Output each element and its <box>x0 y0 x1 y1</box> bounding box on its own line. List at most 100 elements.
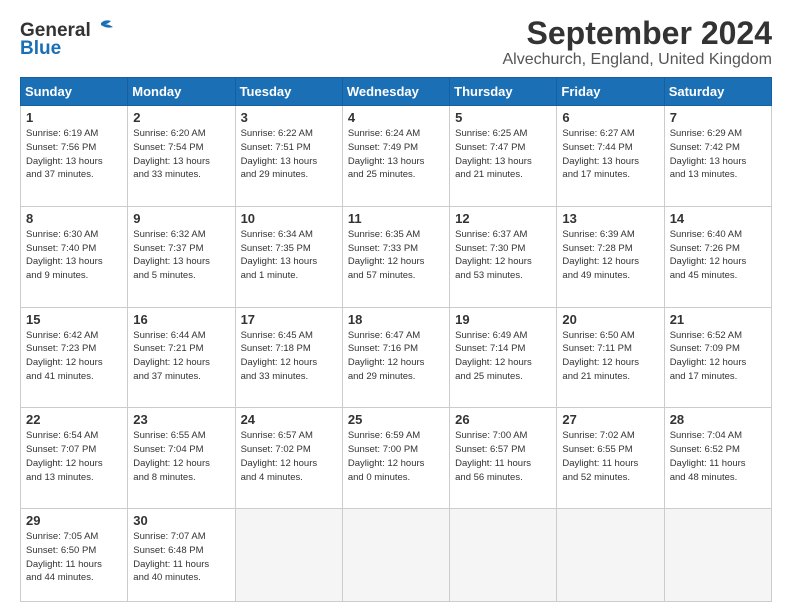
calendar-cell: 29Sunrise: 7:05 AMSunset: 6:50 PMDayligh… <box>21 509 128 602</box>
day-number: 14 <box>670 211 766 226</box>
calendar-cell: 27Sunrise: 7:02 AMSunset: 6:55 PMDayligh… <box>557 408 664 509</box>
day-info: Sunrise: 6:54 AMSunset: 7:07 PMDaylight:… <box>26 429 122 484</box>
day-number: 25 <box>348 412 444 427</box>
col-header-monday: Monday <box>128 78 235 106</box>
day-info: Sunrise: 6:19 AMSunset: 7:56 PMDaylight:… <box>26 127 122 182</box>
calendar-cell: 14Sunrise: 6:40 AMSunset: 7:26 PMDayligh… <box>664 206 771 307</box>
calendar-cell: 18 Sunrise: 6:47 AMSunset: 7:16 PMDayligh… <box>342 307 449 408</box>
day-info: Sunrise: 6:20 AMSunset: 7:54 PMDaylight:… <box>133 127 229 182</box>
day-number: 26 <box>455 412 551 427</box>
header: General Blue September 2024 Alvechurch, … <box>20 16 772 69</box>
day-info: Sunrise: 6:25 AMSunset: 7:47 PMDaylight:… <box>455 127 551 182</box>
calendar-cell: 12 Sunrise: 6:37 AMSunset: 7:30 PMDayligh… <box>450 206 557 307</box>
day-info: Sunrise: 6:35 AMSunset: 7:33 PMDaylight:… <box>348 228 444 283</box>
col-header-thursday: Thursday <box>450 78 557 106</box>
day-number: 7 <box>670 110 766 125</box>
day-number: 6 <box>562 110 658 125</box>
month-title: September 2024 <box>503 16 773 51</box>
calendar-cell: 8 Sunrise: 6:30 AMSunset: 7:40 PMDaylight… <box>21 206 128 307</box>
calendar-header-row: SundayMondayTuesdayWednesdayThursdayFrid… <box>21 78 772 106</box>
calendar-week-3: 15 Sunrise: 6:42 AMSunset: 7:23 PMDayligh… <box>21 307 772 408</box>
day-info: Sunrise: 6:52 AMSunset: 7:09 PMDaylight:… <box>670 329 766 384</box>
calendar-cell: 17Sunrise: 6:45 AMSunset: 7:18 PMDayligh… <box>235 307 342 408</box>
day-number: 12 <box>455 211 551 226</box>
calendar-cell: 16 Sunrise: 6:44 AMSunset: 7:21 PMDayligh… <box>128 307 235 408</box>
day-info: Sunrise: 6:55 AMSunset: 7:04 PMDaylight:… <box>133 429 229 484</box>
calendar-week-5: 29Sunrise: 7:05 AMSunset: 6:50 PMDayligh… <box>21 509 772 602</box>
day-info: Sunrise: 6:59 AMSunset: 7:00 PMDaylight:… <box>348 429 444 484</box>
calendar-cell: 9 Sunrise: 6:32 AMSunset: 7:37 PMDaylight… <box>128 206 235 307</box>
day-info: Sunrise: 6:47 AMSunset: 7:16 PMDaylight:… <box>348 329 444 384</box>
calendar-cell <box>342 509 449 602</box>
day-number: 15 <box>26 312 122 327</box>
calendar-cell <box>557 509 664 602</box>
calendar-cell: 10 Sunrise: 6:34 AMSunset: 7:35 PMDayligh… <box>235 206 342 307</box>
day-info: Sunrise: 6:57 AMSunset: 7:02 PMDaylight:… <box>241 429 337 484</box>
calendar-cell: 26 Sunrise: 7:00 AMSunset: 6:57 PMDayligh… <box>450 408 557 509</box>
logo-blue-text: Blue <box>20 38 61 60</box>
calendar-cell: 22Sunrise: 6:54 AMSunset: 7:07 PMDayligh… <box>21 408 128 509</box>
day-info: Sunrise: 6:39 AMSunset: 7:28 PMDaylight:… <box>562 228 658 283</box>
day-number: 5 <box>455 110 551 125</box>
calendar-cell: 23 Sunrise: 6:55 AMSunset: 7:04 PMDayligh… <box>128 408 235 509</box>
day-number: 28 <box>670 412 766 427</box>
day-info: Sunrise: 6:32 AMSunset: 7:37 PMDaylight:… <box>133 228 229 283</box>
day-number: 8 <box>26 211 122 226</box>
calendar-cell: 28Sunrise: 7:04 AMSunset: 6:52 PMDayligh… <box>664 408 771 509</box>
calendar-table: SundayMondayTuesdayWednesdayThursdayFrid… <box>20 77 772 602</box>
logo-bird-icon <box>93 19 115 37</box>
day-info: Sunrise: 6:22 AMSunset: 7:51 PMDaylight:… <box>241 127 337 182</box>
day-number: 18 <box>348 312 444 327</box>
day-number: 16 <box>133 312 229 327</box>
calendar-cell: 2 Sunrise: 6:20 AMSunset: 7:54 PMDaylight… <box>128 106 235 207</box>
calendar-cell: 30 Sunrise: 7:07 AMSunset: 6:48 PMDayligh… <box>128 509 235 602</box>
day-number: 2 <box>133 110 229 125</box>
day-number: 9 <box>133 211 229 226</box>
day-number: 21 <box>670 312 766 327</box>
day-info: Sunrise: 6:42 AMSunset: 7:23 PMDaylight:… <box>26 329 122 384</box>
col-header-sunday: Sunday <box>21 78 128 106</box>
calendar-cell: 24 Sunrise: 6:57 AMSunset: 7:02 PMDayligh… <box>235 408 342 509</box>
day-number: 4 <box>348 110 444 125</box>
col-header-wednesday: Wednesday <box>342 78 449 106</box>
location: Alvechurch, England, United Kingdom <box>503 51 773 69</box>
calendar-cell: 11 Sunrise: 6:35 AMSunset: 7:33 PMDayligh… <box>342 206 449 307</box>
day-info: Sunrise: 7:00 AMSunset: 6:57 PMDaylight:… <box>455 429 551 484</box>
calendar-cell: 7 Sunrise: 6:29 AMSunset: 7:42 PMDaylight… <box>664 106 771 207</box>
day-number: 10 <box>241 211 337 226</box>
calendar-week-4: 22Sunrise: 6:54 AMSunset: 7:07 PMDayligh… <box>21 408 772 509</box>
calendar-cell: 3Sunrise: 6:22 AMSunset: 7:51 PMDaylight… <box>235 106 342 207</box>
calendar-cell <box>235 509 342 602</box>
day-number: 23 <box>133 412 229 427</box>
day-number: 11 <box>348 211 444 226</box>
col-header-tuesday: Tuesday <box>235 78 342 106</box>
day-info: Sunrise: 7:07 AMSunset: 6:48 PMDaylight:… <box>133 530 229 585</box>
day-info: Sunrise: 6:27 AMSunset: 7:44 PMDaylight:… <box>562 127 658 182</box>
calendar-cell <box>664 509 771 602</box>
day-info: Sunrise: 6:37 AMSunset: 7:30 PMDaylight:… <box>455 228 551 283</box>
day-info: Sunrise: 6:30 AMSunset: 7:40 PMDaylight:… <box>26 228 122 283</box>
calendar-week-2: 8 Sunrise: 6:30 AMSunset: 7:40 PMDaylight… <box>21 206 772 307</box>
day-number: 30 <box>133 513 229 528</box>
calendar-cell: 25 Sunrise: 6:59 AMSunset: 7:00 PMDayligh… <box>342 408 449 509</box>
day-info: Sunrise: 6:44 AMSunset: 7:21 PMDaylight:… <box>133 329 229 384</box>
day-info: Sunrise: 6:34 AMSunset: 7:35 PMDaylight:… <box>241 228 337 283</box>
day-number: 1 <box>26 110 122 125</box>
calendar-week-1: 1 Sunrise: 6:19 AMSunset: 7:56 PMDaylight… <box>21 106 772 207</box>
calendar-cell: 5 Sunrise: 6:25 AMSunset: 7:47 PMDaylight… <box>450 106 557 207</box>
day-info: Sunrise: 6:45 AMSunset: 7:18 PMDaylight:… <box>241 329 337 384</box>
day-number: 27 <box>562 412 658 427</box>
col-header-saturday: Saturday <box>664 78 771 106</box>
day-info: Sunrise: 6:24 AMSunset: 7:49 PMDaylight:… <box>348 127 444 182</box>
day-number: 24 <box>241 412 337 427</box>
calendar-cell <box>450 509 557 602</box>
logo: General Blue <box>20 20 115 60</box>
day-number: 20 <box>562 312 658 327</box>
calendar-cell: 4 Sunrise: 6:24 AMSunset: 7:49 PMDaylight… <box>342 106 449 207</box>
calendar-cell: 15 Sunrise: 6:42 AMSunset: 7:23 PMDayligh… <box>21 307 128 408</box>
day-number: 29 <box>26 513 122 528</box>
day-info: Sunrise: 6:29 AMSunset: 7:42 PMDaylight:… <box>670 127 766 182</box>
calendar-cell: 1 Sunrise: 6:19 AMSunset: 7:56 PMDaylight… <box>21 106 128 207</box>
day-info: Sunrise: 6:50 AMSunset: 7:11 PMDaylight:… <box>562 329 658 384</box>
day-info: Sunrise: 6:49 AMSunset: 7:14 PMDaylight:… <box>455 329 551 384</box>
